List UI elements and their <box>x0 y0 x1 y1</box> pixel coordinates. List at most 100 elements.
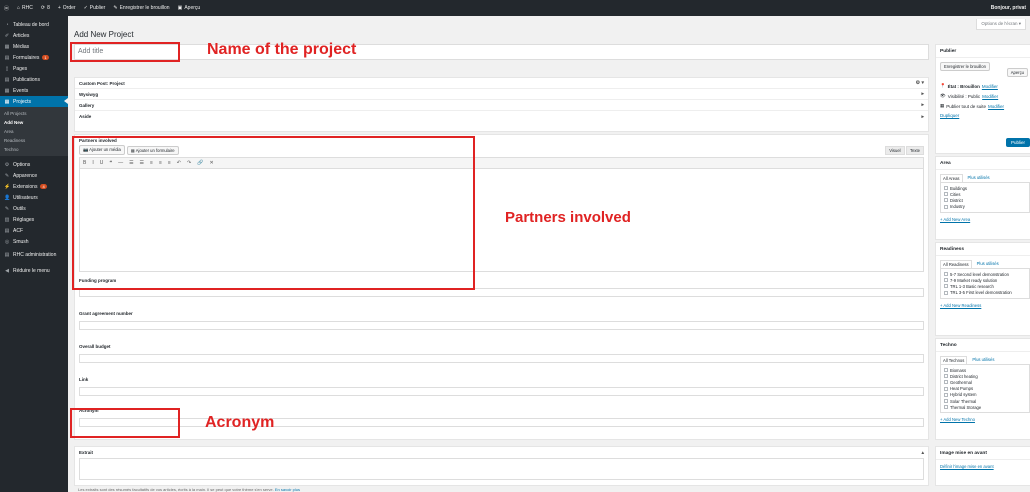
gear-icon[interactable]: ⚙ ▾ <box>916 80 924 86</box>
duplicate-link[interactable]: Dupliquer <box>940 113 959 118</box>
sidebar-item-label: Publications <box>13 76 40 83</box>
checkbox-label: Buildings <box>950 185 967 191</box>
sidebar-item-options[interactable]: ⚙ Options <box>0 159 68 170</box>
order-button[interactable]: + Order <box>58 5 76 11</box>
checkbox-label: District <box>950 197 963 203</box>
readiness-tab-all[interactable]: All Readiness <box>940 260 972 268</box>
save-draft-button[interactable]: ✎ Enregistrer le brouillon <box>113 5 169 11</box>
schedule-edit-link[interactable]: Modifier <box>988 104 1004 109</box>
sidebar-item-events[interactable]: ▦ Events <box>0 85 68 96</box>
add-new-area-link[interactable]: + Add New Area <box>936 213 1030 226</box>
sidebar-item-apparence[interactable]: ✎ Apparence <box>0 170 68 181</box>
checkbox[interactable] <box>944 405 948 410</box>
checkbox[interactable] <box>944 204 948 209</box>
link-field: Link <box>75 374 928 399</box>
checkbox[interactable] <box>944 392 948 397</box>
checkbox-item[interactable]: TRL 3-5 First level demonstration <box>944 290 1026 296</box>
submenu-item[interactable]: Add New <box>0 118 68 127</box>
annotation-box-title <box>70 42 180 62</box>
checkbox-item[interactable]: Industry <box>944 204 1026 210</box>
publish-button[interactable]: ✓ Publier <box>84 5 106 11</box>
schedule-row: ▦ Publier tout de suite Modifier <box>940 103 1005 109</box>
wp-logo-icon[interactable]: ⓦ <box>4 5 9 12</box>
set-featured-image-link[interactable]: Définir l'image mise en avant <box>936 460 1030 473</box>
screen-options-button[interactable]: Options de l'écran ▾ <box>976 19 1026 30</box>
checkbox[interactable] <box>944 284 948 289</box>
checkbox[interactable] <box>944 399 948 404</box>
calendar-icon: ▦ <box>940 103 945 108</box>
sidebar-item-utilisateurs[interactable]: 👤 Utilisateurs <box>0 192 68 203</box>
pages-icon: ▯ <box>5 65 9 72</box>
techno-tab-all[interactable]: All Technos <box>940 356 968 364</box>
sidebar-item-label: Tableau de bord <box>13 21 49 28</box>
gallery-tab[interactable]: Gallery ▸ <box>75 100 928 111</box>
checkbox[interactable] <box>944 374 948 379</box>
area-tab-most-used[interactable]: Plus utilisés <box>966 174 992 182</box>
grant-input[interactable] <box>79 321 924 330</box>
publish-button-sidebar[interactable]: Publier <box>1005 138 1030 147</box>
wysiwyg-tab[interactable]: Wysiwyg ▸ <box>75 89 928 100</box>
checkbox[interactable] <box>944 290 948 295</box>
readiness-tab-most-used[interactable]: Plus utilisés <box>975 260 1001 268</box>
add-new-techno-link[interactable]: + Add New Techno <box>936 413 1030 426</box>
checkbox[interactable] <box>944 278 948 283</box>
sidebar-item-rhc-administration[interactable]: ▤ RHC administration <box>0 247 68 263</box>
sidebar-item-pages[interactable]: ▯ Pages <box>0 63 68 74</box>
sidebar-item-label: Réduire le menu <box>13 267 50 274</box>
sidebar-item-acf[interactable]: ▤ ACF <box>0 225 68 236</box>
aside-tab[interactable]: Aside ▸ <box>75 111 928 122</box>
checkbox[interactable] <box>944 186 948 191</box>
user-greeting[interactable]: Bonjour, privat <box>991 5 1026 11</box>
page-title: Add New Project <box>74 30 134 39</box>
sidebar-item-r-glages[interactable]: ▥ Réglages <box>0 214 68 225</box>
techno-tab-most-used[interactable]: Plus utilisés <box>970 356 996 364</box>
sidebar-item-tableau-de-bord[interactable]: ◔ Tableau de bord <box>0 19 68 30</box>
caret-right-icon: ▸ <box>921 102 924 108</box>
custom-post-header[interactable]: Custom Post: Project ⚙ ▾ <box>75 78 928 89</box>
excerpt-textarea[interactable] <box>79 458 924 480</box>
sidebar-item-projects[interactable]: ▦ Projects <box>0 96 68 107</box>
sidebar-item-articles[interactable]: ✐ Articles <box>0 30 68 41</box>
submenu-item[interactable]: Area <box>0 127 68 136</box>
featured-image-title: Image mise en avant <box>936 447 1030 460</box>
checkbox[interactable] <box>944 192 948 197</box>
area-tab-all[interactable]: All Areas <box>940 174 963 182</box>
sidebar-item-m-dias[interactable]: ▦ Médias <box>0 41 68 52</box>
checkbox[interactable] <box>944 386 948 391</box>
status-edit-link[interactable]: Modifier <box>982 84 998 89</box>
preview-icon: ▣ <box>177 5 183 11</box>
excerpt-box: Extrait ▴ <box>74 446 929 486</box>
annotation-partners: Partners involved <box>505 209 631 226</box>
checkbox-item[interactable]: Thermal Storage <box>944 404 1026 410</box>
checkbox[interactable] <box>944 368 948 373</box>
save-draft-sidebar-button[interactable]: Enregistrer le brouillon <box>940 62 990 71</box>
tab-visual[interactable]: Visuel <box>885 146 905 155</box>
sidebar-item-extensions[interactable]: ⚡ Extensions 4 <box>0 181 68 192</box>
add-new-readiness-link[interactable]: + Add New Readiness <box>936 299 1030 312</box>
checkbox[interactable] <box>944 380 948 385</box>
submenu-item[interactable]: All Projects <box>0 109 68 118</box>
updates-link[interactable]: ⟳ 8 <box>41 5 50 11</box>
visibility-edit-link[interactable]: Modifier <box>982 94 998 99</box>
preview-button[interactable]: ▣ Aperçu <box>178 5 201 11</box>
learn-more-link[interactable]: En savoir plus <box>275 487 300 492</box>
submenu-item[interactable]: Readiness <box>0 136 68 145</box>
caret-right-icon: ▸ <box>921 91 924 97</box>
sidebar-item-r-duire-le-menu[interactable]: ◀ Réduire le menu <box>0 263 68 279</box>
sidebar-item-publications[interactable]: ▤ Publications <box>0 74 68 85</box>
budget-input[interactable] <box>79 354 924 363</box>
tab-text[interactable]: Texte <box>905 146 924 155</box>
checkbox[interactable] <box>944 198 948 203</box>
submenu-item[interactable]: Techno <box>0 145 68 154</box>
acronym-label: Acronym <box>79 408 99 413</box>
sidebar-item-formulaires[interactable]: ▤ Formulaires 1 <box>0 52 68 63</box>
site-name-link[interactable]: ⌂ RHC <box>17 5 33 11</box>
budget-field: Overall budget <box>75 341 928 366</box>
preview-sidebar-button[interactable]: Aperçu <box>1006 68 1028 77</box>
link-input[interactable] <box>79 387 924 396</box>
checkbox[interactable] <box>944 272 948 277</box>
sidebar-item-smush[interactable]: ◎ Smush <box>0 236 68 247</box>
title-input[interactable]: Add title <box>74 44 929 60</box>
sidebar-item-outils[interactable]: ✎ Outils <box>0 203 68 214</box>
excerpt-header[interactable]: Extrait ▴ <box>75 447 928 458</box>
